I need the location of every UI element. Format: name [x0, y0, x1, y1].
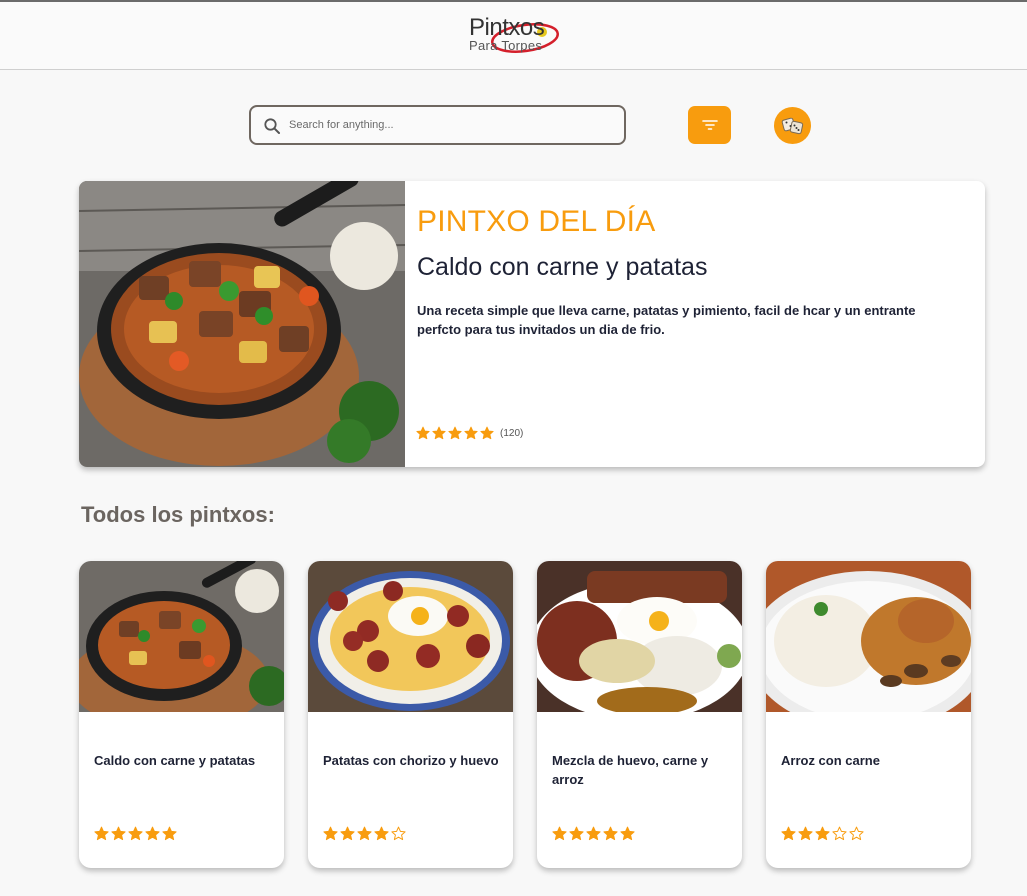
- featured-kicker: PINTXO DEL DÍA: [417, 205, 656, 238]
- recipe-card[interactable]: Caldo con carne y patatas: [79, 561, 284, 868]
- star-rating: [552, 826, 635, 841]
- site-logo[interactable]: Pintxos Para Torpes: [465, 14, 565, 60]
- section-title: Todos los pintxos:: [81, 502, 275, 527]
- recipe-title[interactable]: Mezcla de huevo, carne y arroz: [552, 751, 732, 789]
- star-icon: [464, 426, 478, 440]
- search-icon: [264, 118, 280, 134]
- filter-button[interactable]: [688, 106, 731, 144]
- star-icon: [162, 826, 177, 841]
- star-icon: [552, 826, 567, 841]
- star-icon: [480, 426, 494, 440]
- star-icon: [374, 826, 389, 841]
- star-rating: [323, 826, 406, 841]
- recipe-image: [308, 561, 513, 712]
- featured-recipe-card[interactable]: PINTXO DEL DÍA Caldo con carne y patatas…: [79, 181, 985, 467]
- star-icon: [128, 826, 143, 841]
- star-icon: [94, 826, 109, 841]
- star-icon: [357, 826, 372, 841]
- search-bar[interactable]: [249, 105, 626, 145]
- featured-recipe-title[interactable]: Caldo con carne y patatas: [417, 253, 707, 282]
- recipe-title[interactable]: Patatas con chorizo y huevo: [323, 751, 503, 770]
- star-icon: [815, 826, 830, 841]
- recipe-card[interactable]: Mezcla de huevo, carne y arroz: [537, 561, 742, 868]
- star-icon: [569, 826, 584, 841]
- star-icon: [416, 426, 430, 440]
- star-icon: [620, 826, 635, 841]
- star-icon: [340, 826, 355, 841]
- star-icon: [781, 826, 796, 841]
- random-recipe-button[interactable]: [774, 107, 811, 144]
- recipe-card[interactable]: Arroz con carne: [766, 561, 971, 868]
- search-input[interactable]: [289, 114, 609, 136]
- featured-recipe-description: Una receta simple que lleva carne, patat…: [417, 303, 916, 337]
- star-icon: [145, 826, 160, 841]
- star-outline-icon: [849, 826, 864, 841]
- star-rating: [416, 426, 494, 440]
- star-rating: [781, 826, 864, 841]
- recipe-title[interactable]: Caldo con carne y patatas: [94, 751, 274, 770]
- star-icon: [798, 826, 813, 841]
- star-icon: [448, 426, 462, 440]
- star-icon: [432, 426, 446, 440]
- recipe-image: [79, 561, 284, 712]
- star-icon: [603, 826, 618, 841]
- recipe-card[interactable]: Patatas con chorizo y huevo: [308, 561, 513, 868]
- star-outline-icon: [832, 826, 847, 841]
- filter-icon: [701, 120, 718, 130]
- featured-recipe-image: [79, 181, 405, 467]
- recipe-title[interactable]: Arroz con carne: [781, 751, 961, 770]
- site-header: Pintxos Para Torpes: [0, 2, 1027, 70]
- logo-sub-text: Para Torpes: [469, 38, 543, 53]
- star-icon: [586, 826, 601, 841]
- featured-rating: (120): [416, 426, 523, 440]
- review-count: (120): [500, 427, 524, 439]
- star-icon: [111, 826, 126, 841]
- recipe-image: [537, 561, 742, 712]
- recipe-image: [766, 561, 971, 712]
- star-icon: [323, 826, 338, 841]
- star-outline-icon: [391, 826, 406, 841]
- dice-icon: [781, 117, 803, 134]
- star-rating: [94, 826, 177, 841]
